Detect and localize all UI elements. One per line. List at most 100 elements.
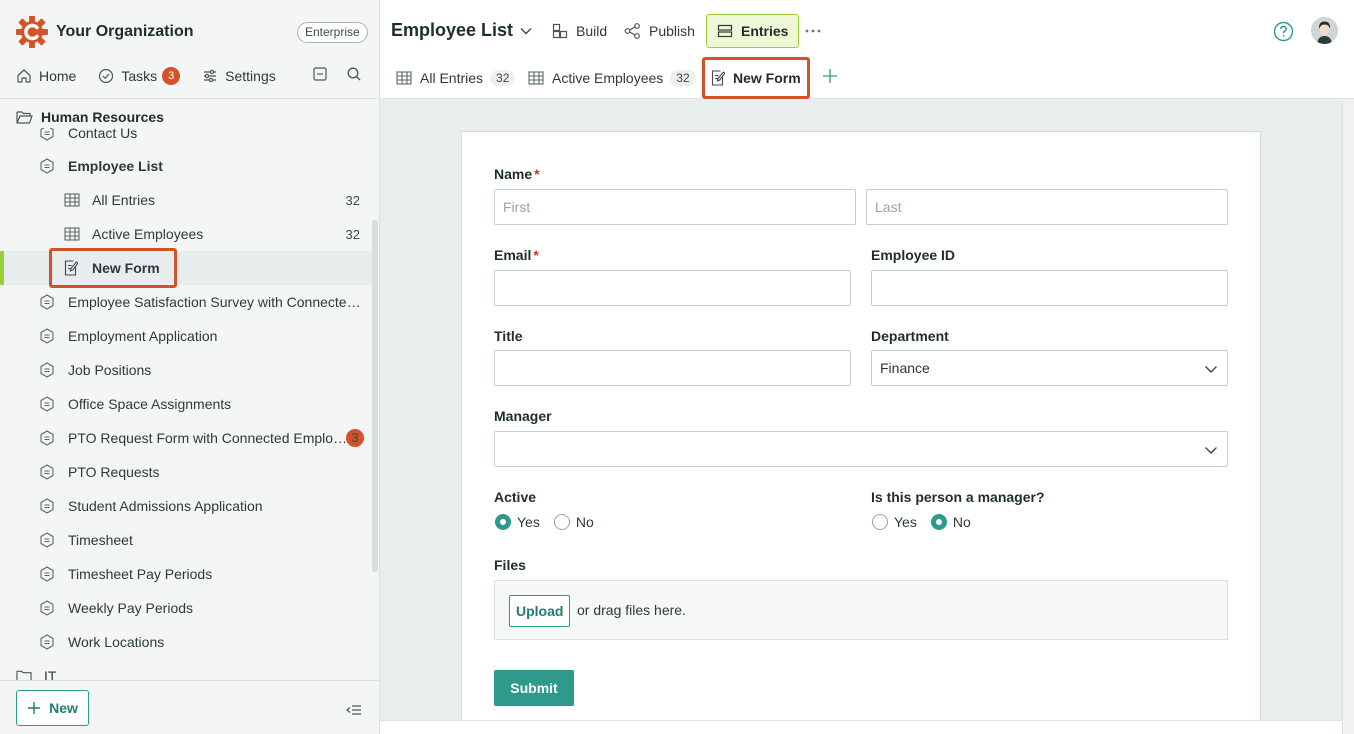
publish-label: Publish	[649, 23, 695, 39]
search-icon[interactable]	[346, 66, 362, 85]
app-header: Employee List Build Publish Entries All …	[380, 0, 1354, 99]
add-tab-icon[interactable]	[822, 68, 838, 87]
app-icon	[40, 430, 56, 446]
tab-label: Active Employees	[552, 70, 664, 86]
tree-item-active-employees[interactable]: Active Employees 32	[0, 217, 372, 251]
tab-active-employees[interactable]: Active Employees 32	[520, 60, 704, 96]
is-manager-yes-radio[interactable]: Yes	[872, 514, 917, 530]
files-label: Files	[494, 557, 526, 573]
first-name-input[interactable]	[494, 189, 856, 225]
last-name-input[interactable]	[866, 189, 1228, 225]
user-avatar[interactable]	[1311, 17, 1338, 44]
nav-settings[interactable]: Settings	[202, 68, 276, 84]
tree-item-new-form[interactable]: New Form	[0, 251, 372, 285]
sliders-icon	[204, 69, 217, 83]
active-yes-radio[interactable]: Yes	[495, 514, 540, 530]
plus-icon	[28, 702, 41, 714]
app-icon	[40, 532, 56, 548]
title-label: Title	[494, 328, 523, 344]
upload-button[interactable]: Upload	[509, 595, 571, 627]
help-icon[interactable]	[1273, 21, 1294, 45]
build-blocks-icon	[552, 23, 568, 39]
tab-count: 32	[670, 70, 696, 86]
drop-hint: or drag files here.	[577, 602, 686, 618]
tree-item-employment-application[interactable]: Employment Application	[0, 319, 372, 353]
nav-home[interactable]: Home	[16, 68, 76, 84]
required-marker: *	[534, 166, 540, 182]
chevron-down-icon	[1205, 447, 1217, 454]
tree-item-contact-us[interactable]: Contact Us	[0, 128, 372, 150]
more-options-icon[interactable]	[804, 20, 822, 43]
entries-button[interactable]: Entries	[706, 14, 800, 48]
tree-item-label: Weekly Pay Periods	[68, 600, 194, 616]
is-manager-no-radio[interactable]: No	[930, 514, 971, 530]
user-avatar-icon	[1311, 17, 1338, 44]
app-title-dropdown[interactable]: Employee List	[391, 20, 533, 41]
nav-home-label: Home	[39, 68, 77, 84]
tree-item-office-space-assignments[interactable]: Office Space Assignments	[0, 387, 372, 421]
tree-item-employee-list[interactable]: Employee List	[0, 149, 372, 183]
tree-item-count: 32	[345, 192, 360, 208]
department-select[interactable]: Finance	[871, 350, 1228, 386]
employee-id-input[interactable]	[871, 270, 1228, 306]
radio-label: Yes	[894, 514, 917, 530]
new-button-label: New	[49, 700, 78, 716]
tree-item-label: Work Locations	[68, 634, 165, 650]
radio-circle	[553, 514, 570, 530]
sidebar-scrollbar[interactable]	[372, 220, 378, 572]
manager-select[interactable]	[494, 431, 1228, 467]
app-title: Employee List	[391, 20, 514, 40]
tree-item-pto-requests[interactable]: PTO Requests	[0, 455, 372, 489]
tree-item-timesheet[interactable]: Timesheet	[0, 523, 372, 557]
build-button[interactable]: Build	[542, 14, 617, 48]
email-input[interactable]	[494, 270, 851, 306]
department-label: Department	[871, 328, 949, 344]
tree-item-label: Employee Satisfaction Survey with Connec…	[68, 294, 361, 310]
file-dropzone[interactable]: Upload or drag files here.	[494, 580, 1228, 640]
tree-item-label: All Entries	[92, 192, 156, 208]
tree-item-weekly-pay-periods[interactable]: Weekly Pay Periods	[0, 591, 372, 625]
title-input[interactable]	[494, 350, 851, 386]
tree-group-human-resources[interactable]: Human Resources	[16, 106, 164, 128]
name-label: Name *	[494, 166, 540, 182]
tree-item-job-positions[interactable]: Job Positions	[0, 353, 372, 387]
app-tree: Contact Us Employee List All Entries 32 …	[0, 128, 372, 680]
radio-label: No	[575, 514, 594, 530]
radio-circle-selected	[930, 514, 947, 530]
tab-all-entries[interactable]: All Entries 32	[388, 60, 523, 96]
main-scrollbar[interactable]	[1342, 99, 1354, 734]
tree-item-work-locations[interactable]: Work Locations	[0, 625, 372, 659]
app-icon	[40, 634, 56, 650]
app-icon	[40, 128, 56, 141]
tree-item-employee-satisfaction-survey[interactable]: Employee Satisfaction Survey with Connec…	[0, 285, 372, 319]
grid-icon	[64, 227, 80, 241]
submit-button[interactable]: Submit	[494, 670, 574, 706]
is-manager-label: Is this person a manager?	[871, 489, 1045, 505]
folder-open-icon	[16, 110, 33, 124]
app-icon	[40, 158, 56, 174]
collapse-sidebar-icon[interactable]	[346, 703, 362, 719]
tree-group-it[interactable]: IT	[0, 659, 372, 680]
sidebar-tools	[312, 66, 380, 85]
org-name: Your Organization	[56, 23, 194, 40]
nav-tasks[interactable]: Tasks 3	[98, 67, 181, 85]
new-button[interactable]: New	[16, 690, 89, 726]
collapse-all-icon[interactable]	[312, 66, 328, 85]
active-indicator	[0, 251, 4, 285]
check-circle-icon	[99, 68, 114, 84]
org-header[interactable]: Your Organization	[16, 16, 193, 48]
tree-item-label: Contact Us	[68, 128, 138, 141]
tree-item-label: Student Admissions Application	[68, 498, 263, 514]
plan-badge: Enterprise	[297, 22, 368, 43]
app-icon	[40, 464, 56, 480]
active-label: Active	[494, 489, 537, 505]
tree-item-pto-request-form[interactable]: PTO Request Form with Connected Emplo… 3	[0, 421, 372, 455]
sidebar: Your Organization Enterprise Home Tasks …	[0, 0, 380, 734]
tab-new-form[interactable]: New Form	[703, 60, 809, 96]
publish-button[interactable]: Publish	[614, 14, 705, 48]
tree-item-all-entries[interactable]: All Entries 32	[0, 183, 372, 217]
tree-item-timesheet-pay-periods[interactable]: Timesheet Pay Periods	[0, 557, 372, 591]
radio-label: Yes	[517, 514, 540, 530]
active-no-radio[interactable]: No	[553, 514, 594, 530]
tree-item-student-admissions[interactable]: Student Admissions Application	[0, 489, 372, 523]
